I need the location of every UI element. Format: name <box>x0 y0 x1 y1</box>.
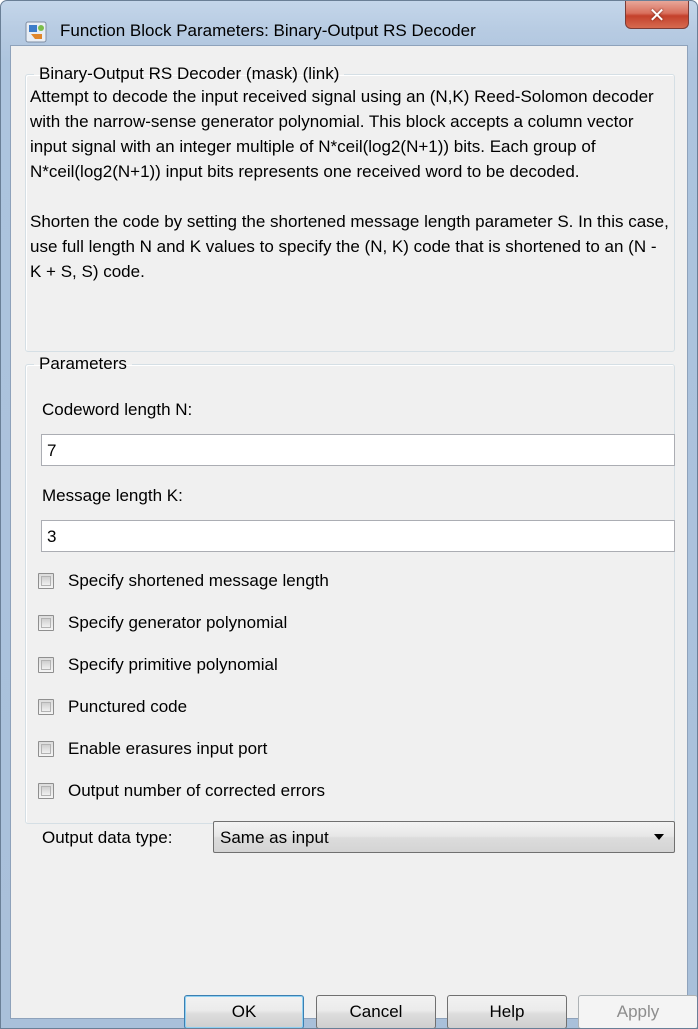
close-button[interactable]: ✕ <box>625 1 689 29</box>
dialog-window: Function Block Parameters: Binary-Output… <box>0 0 698 1029</box>
apply-button[interactable]: Apply <box>578 995 697 1028</box>
shortened-message-length-checkbox[interactable] <box>38 573 54 589</box>
simulink-block-icon <box>25 21 47 43</box>
codeword-length-input[interactable]: 7 <box>41 434 675 466</box>
chevron-down-icon <box>654 834 664 840</box>
window-title: Function Block Parameters: Binary-Output… <box>60 21 476 40</box>
parameters-group-title: Parameters <box>39 354 127 373</box>
dialog-client-area: Binary-Output RS Decoder (mask) (link) A… <box>10 45 697 1028</box>
codeword-length-label: Codeword length N: <box>42 400 193 419</box>
output-data-type-select[interactable]: Same as input <box>213 821 675 853</box>
generator-polynomial-checkbox[interactable] <box>38 615 54 631</box>
output-data-type-label: Output data type: <box>42 828 173 847</box>
shortened-message-length-label[interactable]: Specify shortened message length <box>68 571 329 591</box>
corrected-errors-label[interactable]: Output number of corrected errors <box>68 781 325 801</box>
primitive-polynomial-label[interactable]: Specify primitive polynomial <box>68 655 278 675</box>
close-icon: ✕ <box>648 3 666 27</box>
erasures-port-label[interactable]: Enable erasures input port <box>68 739 267 759</box>
punctured-code-checkbox[interactable] <box>38 699 54 715</box>
output-data-type-value: Same as input <box>220 828 329 847</box>
generator-polynomial-label[interactable]: Specify generator polynomial <box>68 613 287 633</box>
primitive-polynomial-checkbox[interactable] <box>38 657 54 673</box>
message-length-input[interactable]: 3 <box>41 520 675 552</box>
erasures-port-checkbox[interactable] <box>38 741 54 757</box>
ok-button[interactable]: OK <box>184 995 304 1028</box>
description-paragraph-2: Shorten the code by setting the shortene… <box>30 212 669 281</box>
cancel-button[interactable]: Cancel <box>316 995 436 1028</box>
punctured-code-label[interactable]: Punctured code <box>68 697 187 717</box>
corrected-errors-checkbox[interactable] <box>38 783 54 799</box>
description-paragraph-1: Attempt to decode the input received sig… <box>30 87 654 181</box>
description-text: Attempt to decode the input received sig… <box>30 84 670 284</box>
description-group-title: Binary-Output RS Decoder (mask) (link) <box>39 64 340 83</box>
help-button[interactable]: Help <box>447 995 567 1028</box>
message-length-label: Message length K: <box>42 486 183 505</box>
